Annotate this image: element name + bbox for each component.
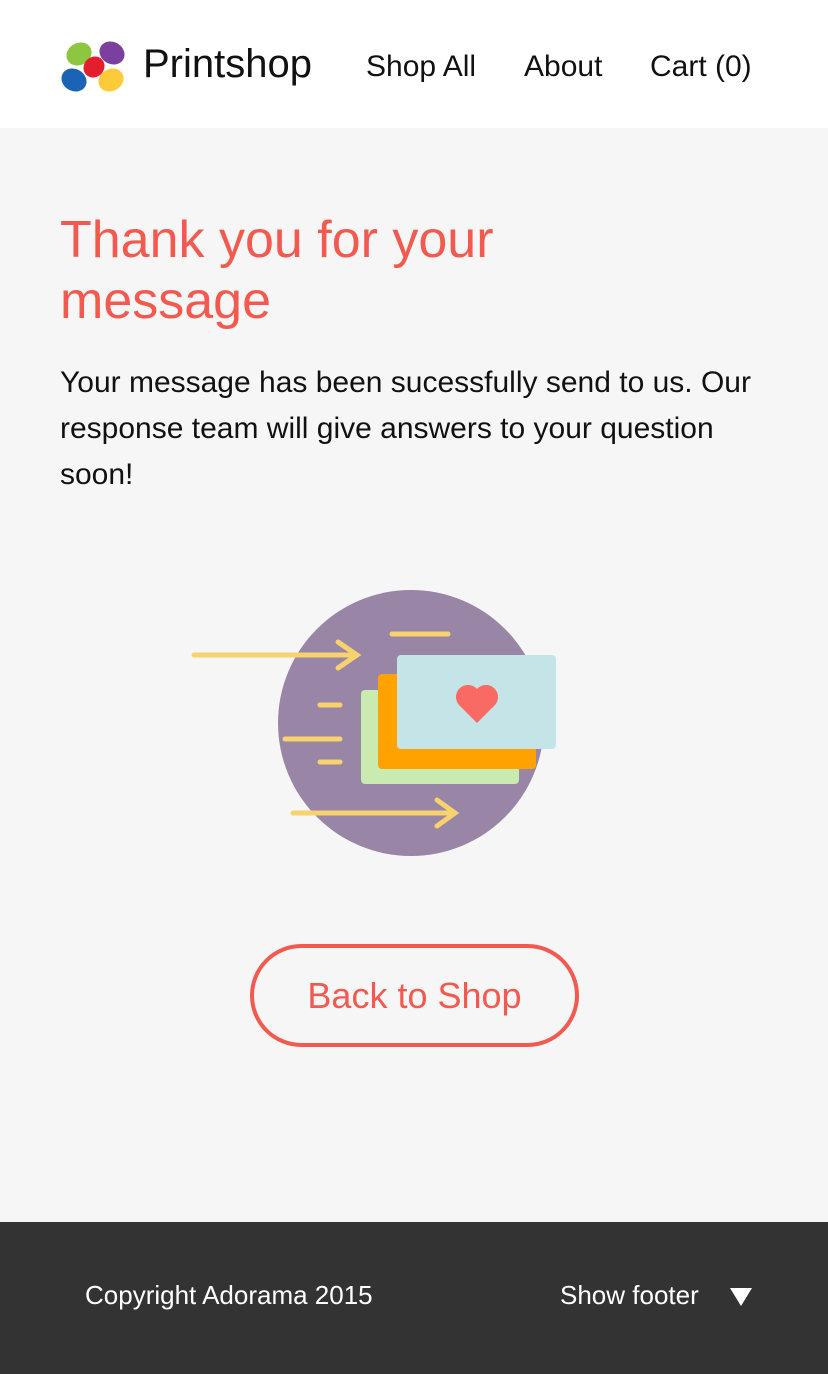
copyright-text: Copyright Adorama 2015 (85, 1280, 373, 1310)
brand-name[interactable]: Printshop (143, 42, 312, 87)
show-footer-toggle[interactable]: Show footer (560, 1280, 699, 1311)
confirmation-message: Your message has been sucessfully send t… (60, 366, 751, 491)
nav-cart[interactable]: Cart (0) (650, 50, 752, 84)
nav-shop-all[interactable]: Shop All (366, 50, 476, 84)
printshop-logo-icon[interactable] (59, 40, 129, 94)
nav-about[interactable]: About (524, 50, 602, 84)
page-title: Thank you for your message (60, 211, 494, 330)
message-sent-illustration (191, 590, 556, 856)
site-footer: Copyright Adorama 2015 Show footer (0, 1222, 828, 1374)
back-to-shop-button[interactable]: Back to Shop (250, 944, 579, 1047)
triangle-down-icon[interactable] (730, 1288, 752, 1306)
site-header: Printshop Shop All About Cart (0) (0, 0, 828, 128)
